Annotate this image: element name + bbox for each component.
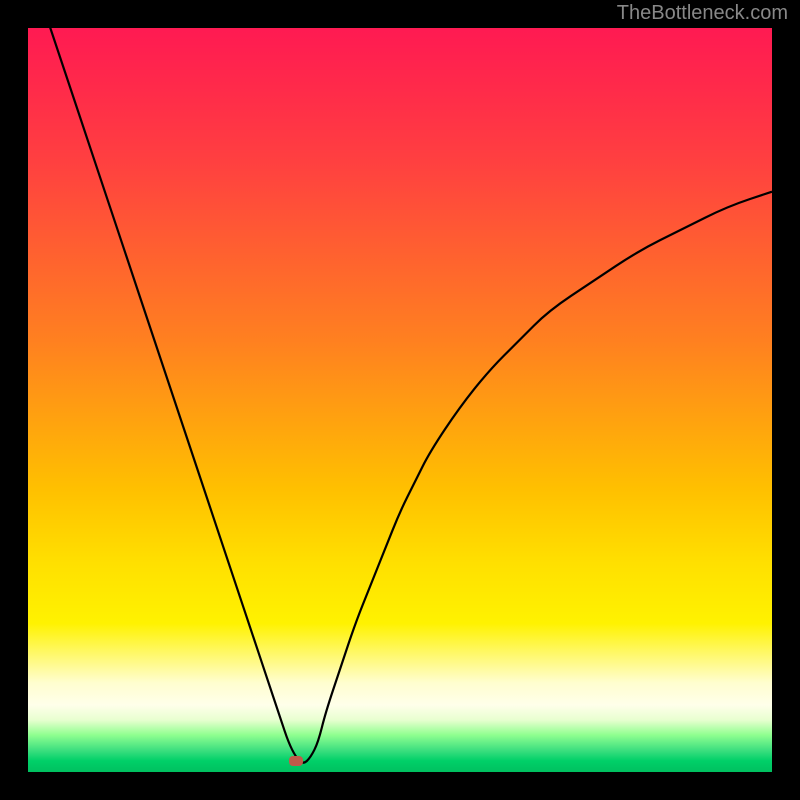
- chart-plot-area: [28, 28, 772, 772]
- watermark-text: TheBottleneck.com: [617, 2, 788, 25]
- bottleneck-curve: [28, 28, 772, 772]
- optimum-marker: [289, 756, 303, 766]
